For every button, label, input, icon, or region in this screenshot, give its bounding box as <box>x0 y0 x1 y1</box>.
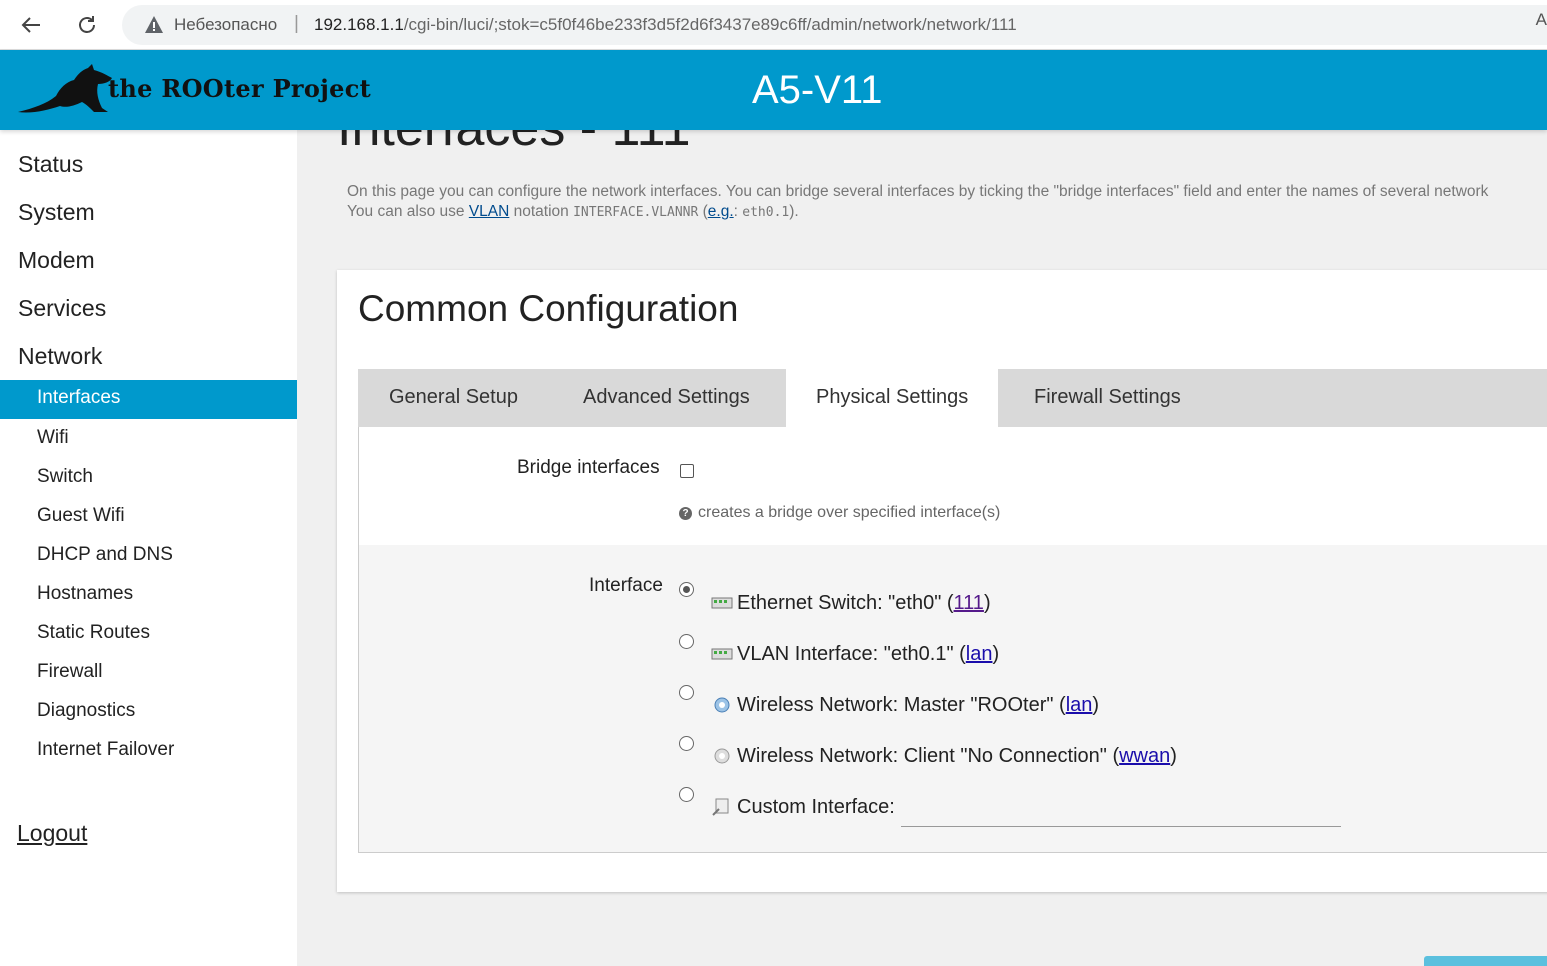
custom-interface-input[interactable] <box>901 826 1341 827</box>
interface-radio-custom[interactable] <box>679 787 694 802</box>
card-title: Common Configuration <box>358 288 739 329</box>
submenu-interfaces[interactable]: Interfaces <box>0 380 297 419</box>
interface-option-wifi-master[interactable]: Wireless Network: Master "ROOter" (lan) <box>711 694 1099 717</box>
bridge-help-text: ? creates a bridge over specified interfa… <box>679 504 1000 522</box>
submenu-internet-failover[interactable]: Internet Failover <box>37 739 174 761</box>
config-tabs: General Setup Advanced Settings Physical… <box>358 369 1547 427</box>
reload-icon[interactable] <box>70 8 104 42</box>
submenu-guest-wifi[interactable]: Guest Wifi <box>37 505 125 527</box>
interface-label: Interface <box>589 575 663 596</box>
page-description: On this page you can configure the netwo… <box>347 182 1547 223</box>
bridge-interfaces-label: Bridge interfaces <box>517 457 660 478</box>
main-content: Interfaces - 111 On this page you can co… <box>297 130 1547 966</box>
submenu-diagnostics[interactable]: Diagnostics <box>37 700 135 722</box>
interface-row: Interface Ethernet Switch: "eth0" (111) … <box>359 545 1547 852</box>
common-configuration-card: Common Configuration General Setup Advan… <box>337 270 1547 892</box>
wifi-disabled-icon <box>714 748 730 764</box>
eg-abbr: e.g. <box>707 203 734 220</box>
help-icon: ? <box>679 507 692 520</box>
reader-mode-icon[interactable]: A <box>1536 10 1547 30</box>
page-title: Interfaces - 111 <box>337 130 691 158</box>
interface-option-eth0[interactable]: Ethernet Switch: "eth0" (111) <box>711 592 991 615</box>
description-line-1: On this page you can configure the netwo… <box>347 183 1489 200</box>
hostname-title: A5-V11 <box>752 68 883 112</box>
tab-general-setup[interactable]: General Setup <box>358 369 554 427</box>
menu-network[interactable]: Network <box>18 343 102 370</box>
rooter-logo[interactable]: the ROOter Project <box>16 62 396 120</box>
sidebar: Status System Modem Services Network Int… <box>0 130 297 966</box>
interface-radio-wifi-master[interactable] <box>679 685 694 700</box>
warning-icon <box>145 16 163 33</box>
menu-system[interactable]: System <box>18 199 95 226</box>
interface-radio-eth0[interactable] <box>679 582 694 597</box>
interface-option-custom[interactable]: Custom Interface: <box>711 796 895 819</box>
address-bar[interactable]: Небезопасно | 192.168.1.1/cgi-bin/luci/;… <box>122 5 1547 45</box>
link-wwan[interactable]: wwan <box>1119 745 1170 767</box>
url-text[interactable]: 192.168.1.1/cgi-bin/luci/;stok=c5f0f46be… <box>314 15 1017 35</box>
save-apply-button[interactable] <box>1424 956 1547 966</box>
header-bar: the ROOter Project A5-V11 <box>0 50 1547 130</box>
browser-toolbar: Небезопасно | 192.168.1.1/cgi-bin/luci/;… <box>0 0 1547 50</box>
tab-firewall-settings[interactable]: Firewall Settings <box>998 369 1228 427</box>
bridge-row: Bridge interfaces ? creates a bridge over… <box>359 427 1547 545</box>
link-lan-vlan[interactable]: lan <box>966 643 993 665</box>
back-icon[interactable] <box>14 8 48 42</box>
menu-status[interactable]: Status <box>18 151 83 178</box>
menu-modem[interactable]: Modem <box>18 247 95 274</box>
url-path: /cgi-bin/luci/;stok=c5f0f46be233f3d5f2d6… <box>403 15 1017 34</box>
vlan-link[interactable]: VLAN <box>469 203 510 220</box>
submenu-wifi[interactable]: Wifi <box>37 427 69 449</box>
physical-settings-panel: Bridge interfaces ? creates a bridge over… <box>358 427 1547 853</box>
address-separator: | <box>294 13 299 34</box>
interface-radio-wifi-client[interactable] <box>679 736 694 751</box>
submenu-hostnames[interactable]: Hostnames <box>37 583 133 605</box>
interface-option-eth0-1[interactable]: VLAN Interface: "eth0.1" (lan) <box>711 643 999 666</box>
bridge-interfaces-checkbox[interactable] <box>680 464 694 478</box>
custom-interface-icon <box>712 798 729 816</box>
menu-services[interactable]: Services <box>18 295 106 322</box>
submenu-interfaces-label: Interfaces <box>37 387 121 408</box>
kangaroo-icon <box>18 64 112 113</box>
ethernet-icon <box>711 597 733 609</box>
tab-advanced-settings[interactable]: Advanced Settings <box>554 369 786 427</box>
wifi-icon <box>714 697 730 713</box>
submenu-dhcp-dns[interactable]: DHCP and DNS <box>37 544 173 566</box>
description-line-2: You can also use VLAN notation INTERFACE… <box>347 203 799 220</box>
logout-link[interactable]: Logout <box>17 820 87 847</box>
logo-text: the ROOter Project <box>108 74 372 103</box>
submenu-static-routes[interactable]: Static Routes <box>37 622 150 644</box>
interface-option-wifi-client[interactable]: Wireless Network: Client "No Connection"… <box>711 745 1177 768</box>
submenu-firewall[interactable]: Firewall <box>37 661 102 683</box>
link-lan-wifi[interactable]: lan <box>1066 694 1093 716</box>
ethernet-icon <box>711 648 733 660</box>
submenu-switch[interactable]: Switch <box>37 466 93 488</box>
url-host: 192.168.1.1 <box>314 15 404 34</box>
interface-radio-eth0-1[interactable] <box>679 634 694 649</box>
insecure-label[interactable]: Небезопасно <box>174 15 277 35</box>
link-111[interactable]: 111 <box>954 592 984 614</box>
tab-physical-settings[interactable]: Physical Settings <box>786 369 998 427</box>
